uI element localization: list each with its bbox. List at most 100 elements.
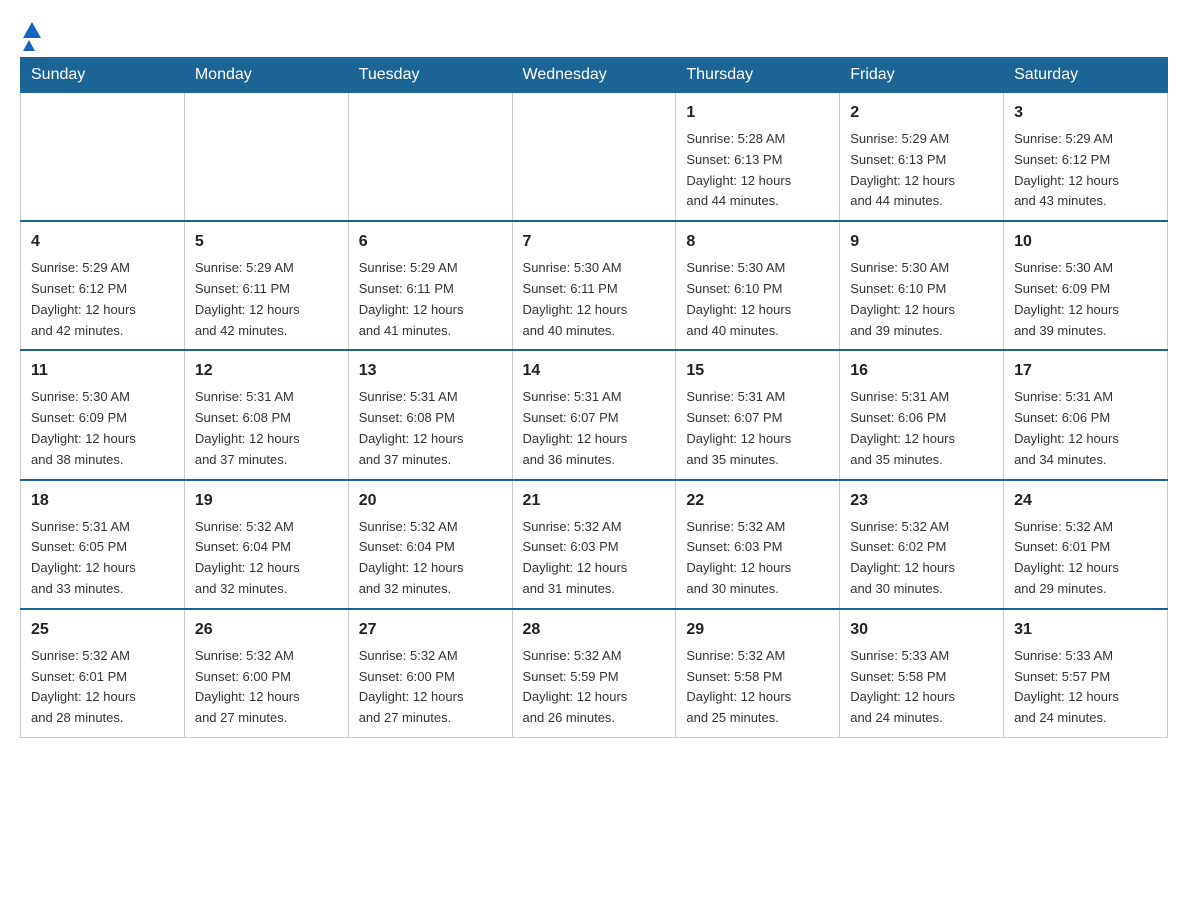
day-number: 3: [1014, 101, 1157, 125]
calendar-day-cell: 18Sunrise: 5:31 AM Sunset: 6:05 PM Dayli…: [21, 480, 185, 609]
day-number: 21: [523, 489, 666, 513]
day-info: Sunrise: 5:32 AM Sunset: 6:01 PM Dayligh…: [31, 646, 174, 729]
day-number: 31: [1014, 618, 1157, 642]
day-info: Sunrise: 5:31 AM Sunset: 6:08 PM Dayligh…: [359, 387, 502, 470]
calendar-day-cell: 26 Sunrise: 5:32 AM Sunset: 6:00 PM Dayli…: [184, 609, 348, 738]
day-number: 19: [195, 489, 338, 513]
day-number: 29: [686, 618, 829, 642]
day-number: 13: [359, 359, 502, 383]
day-info: Sunrise: 5:32 AM Sunset: 6:02 PM Dayligh…: [850, 517, 993, 600]
day-number: 23: [850, 489, 993, 513]
calendar-day-cell: 28 Sunrise: 5:32 AM Sunset: 5:59 PM Dayli…: [512, 609, 676, 738]
calendar-day-cell: 25 Sunrise: 5:32 AM Sunset: 6:01 PM Dayli…: [21, 609, 185, 738]
calendar-day-cell: 9 Sunrise: 5:30 AM Sunset: 6:10 PM Daylig…: [840, 221, 1004, 350]
day-number: 15: [686, 359, 829, 383]
calendar-header-row: SundayMondayTuesdayWednesdayThursdayFrid…: [21, 58, 1168, 93]
day-info: Sunrise: 5:32 AM Sunset: 6:03 PM Dayligh…: [523, 517, 666, 600]
day-info: Sunrise: 5:29 AM Sunset: 6:13 PM Dayligh…: [850, 129, 993, 212]
calendar-day-cell: 27 Sunrise: 5:32 AM Sunset: 6:00 PM Dayli…: [348, 609, 512, 738]
day-header-saturday: Saturday: [1004, 58, 1168, 93]
day-info: Sunrise: 5:32 AM Sunset: 6:00 PM Dayligh…: [195, 646, 338, 729]
calendar-week-row: 25 Sunrise: 5:32 AM Sunset: 6:01 PM Dayli…: [21, 609, 1168, 738]
calendar-day-cell: 22 Sunrise: 5:32 AM Sunset: 6:03 PM Dayli…: [676, 480, 840, 609]
calendar-day-cell: 15 Sunrise: 5:31 AM Sunset: 6:07 PM Dayli…: [676, 350, 840, 479]
calendar-week-row: 1 Sunrise: 5:28 AM Sunset: 6:13 PM Daylig…: [21, 93, 1168, 222]
day-number: 16: [850, 359, 993, 383]
day-info: Sunrise: 5:28 AM Sunset: 6:13 PM Dayligh…: [686, 129, 829, 212]
day-info: Sunrise: 5:29 AM Sunset: 6:12 PM Dayligh…: [1014, 129, 1157, 212]
calendar-week-row: 11 Sunrise: 5:30 AM Sunset: 6:09 PM Dayli…: [21, 350, 1168, 479]
day-number: 28: [523, 618, 666, 642]
day-info: Sunrise: 5:32 AM Sunset: 6:04 PM Dayligh…: [359, 517, 502, 600]
calendar-day-cell: 4 Sunrise: 5:29 AM Sunset: 6:12 PM Daylig…: [21, 221, 185, 350]
calendar-day-cell: [21, 93, 185, 222]
day-header-monday: Monday: [184, 58, 348, 93]
day-info: Sunrise: 5:31 AM Sunset: 6:05 PM Dayligh…: [31, 517, 174, 600]
calendar-day-cell: 3 Sunrise: 5:29 AM Sunset: 6:12 PM Daylig…: [1004, 93, 1168, 222]
day-number: 2: [850, 101, 993, 125]
calendar-day-cell: 20 Sunrise: 5:32 AM Sunset: 6:04 PM Dayli…: [348, 480, 512, 609]
day-header-wednesday: Wednesday: [512, 58, 676, 93]
calendar-week-row: 18Sunrise: 5:31 AM Sunset: 6:05 PM Dayli…: [21, 480, 1168, 609]
day-info: Sunrise: 5:31 AM Sunset: 6:07 PM Dayligh…: [686, 387, 829, 470]
calendar-day-cell: 31 Sunrise: 5:33 AM Sunset: 5:57 PM Dayli…: [1004, 609, 1168, 738]
day-number: 11: [31, 359, 174, 383]
day-number: 24: [1014, 489, 1157, 513]
calendar-day-cell: [512, 93, 676, 222]
day-number: 8: [686, 230, 829, 254]
day-number: 27: [359, 618, 502, 642]
day-info: Sunrise: 5:30 AM Sunset: 6:11 PM Dayligh…: [523, 258, 666, 341]
calendar-week-row: 4 Sunrise: 5:29 AM Sunset: 6:12 PM Daylig…: [21, 221, 1168, 350]
day-info: Sunrise: 5:31 AM Sunset: 6:07 PM Dayligh…: [523, 387, 666, 470]
calendar-day-cell: 7 Sunrise: 5:30 AM Sunset: 6:11 PM Daylig…: [512, 221, 676, 350]
day-info: Sunrise: 5:29 AM Sunset: 6:12 PM Dayligh…: [31, 258, 174, 341]
day-info: Sunrise: 5:32 AM Sunset: 6:04 PM Dayligh…: [195, 517, 338, 600]
day-number: 4: [31, 230, 174, 254]
calendar-day-cell: 8 Sunrise: 5:30 AM Sunset: 6:10 PM Daylig…: [676, 221, 840, 350]
calendar-day-cell: 13 Sunrise: 5:31 AM Sunset: 6:08 PM Dayli…: [348, 350, 512, 479]
calendar-day-cell: 12Sunrise: 5:31 AM Sunset: 6:08 PM Dayli…: [184, 350, 348, 479]
day-info: Sunrise: 5:29 AM Sunset: 6:11 PM Dayligh…: [195, 258, 338, 341]
day-info: Sunrise: 5:30 AM Sunset: 6:10 PM Dayligh…: [686, 258, 829, 341]
calendar-day-cell: [184, 93, 348, 222]
day-info: Sunrise: 5:30 AM Sunset: 6:09 PM Dayligh…: [31, 387, 174, 470]
day-info: Sunrise: 5:32 AM Sunset: 6:03 PM Dayligh…: [686, 517, 829, 600]
day-info: Sunrise: 5:33 AM Sunset: 5:57 PM Dayligh…: [1014, 646, 1157, 729]
calendar-day-cell: 21 Sunrise: 5:32 AM Sunset: 6:03 PM Dayli…: [512, 480, 676, 609]
day-number: 17: [1014, 359, 1157, 383]
day-header-sunday: Sunday: [21, 58, 185, 93]
day-number: 1: [686, 101, 829, 125]
day-number: 14: [523, 359, 666, 383]
calendar-day-cell: 29 Sunrise: 5:32 AM Sunset: 5:58 PM Dayli…: [676, 609, 840, 738]
day-info: Sunrise: 5:32 AM Sunset: 5:59 PM Dayligh…: [523, 646, 666, 729]
calendar-day-cell: 2 Sunrise: 5:29 AM Sunset: 6:13 PM Daylig…: [840, 93, 1004, 222]
calendar-day-cell: [348, 93, 512, 222]
day-info: Sunrise: 5:31 AM Sunset: 6:06 PM Dayligh…: [1014, 387, 1157, 470]
day-info: Sunrise: 5:30 AM Sunset: 6:09 PM Dayligh…: [1014, 258, 1157, 341]
calendar-table: SundayMondayTuesdayWednesdayThursdayFrid…: [20, 57, 1168, 738]
calendar-day-cell: 1 Sunrise: 5:28 AM Sunset: 6:13 PM Daylig…: [676, 93, 840, 222]
day-number: 7: [523, 230, 666, 254]
calendar-day-cell: 5 Sunrise: 5:29 AM Sunset: 6:11 PM Daylig…: [184, 221, 348, 350]
logo: [20, 20, 41, 47]
calendar-day-cell: 24Sunrise: 5:32 AM Sunset: 6:01 PM Dayli…: [1004, 480, 1168, 609]
day-number: 22: [686, 489, 829, 513]
day-number: 9: [850, 230, 993, 254]
day-number: 20: [359, 489, 502, 513]
day-number: 26: [195, 618, 338, 642]
day-number: 25: [31, 618, 174, 642]
day-info: Sunrise: 5:31 AM Sunset: 6:06 PM Dayligh…: [850, 387, 993, 470]
day-number: 12: [195, 359, 338, 383]
day-info: Sunrise: 5:32 AM Sunset: 6:00 PM Dayligh…: [359, 646, 502, 729]
calendar-day-cell: 30Sunrise: 5:33 AM Sunset: 5:58 PM Dayli…: [840, 609, 1004, 738]
calendar-day-cell: 10 Sunrise: 5:30 AM Sunset: 6:09 PM Dayli…: [1004, 221, 1168, 350]
day-number: 30: [850, 618, 993, 642]
day-info: Sunrise: 5:30 AM Sunset: 6:10 PM Dayligh…: [850, 258, 993, 341]
day-info: Sunrise: 5:32 AM Sunset: 5:58 PM Dayligh…: [686, 646, 829, 729]
day-number: 10: [1014, 230, 1157, 254]
day-header-tuesday: Tuesday: [348, 58, 512, 93]
day-number: 5: [195, 230, 338, 254]
day-number: 6: [359, 230, 502, 254]
calendar-day-cell: 16 Sunrise: 5:31 AM Sunset: 6:06 PM Dayli…: [840, 350, 1004, 479]
calendar-day-cell: 11 Sunrise: 5:30 AM Sunset: 6:09 PM Dayli…: [21, 350, 185, 479]
